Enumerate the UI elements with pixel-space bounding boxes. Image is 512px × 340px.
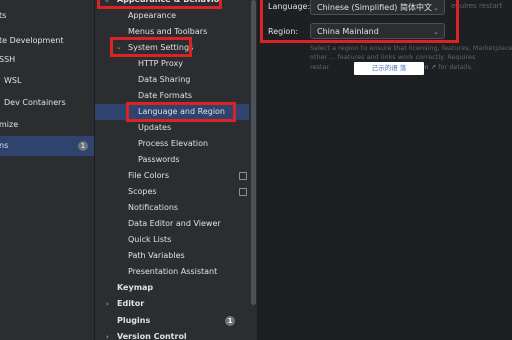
tree-label: Language and Region xyxy=(138,107,226,116)
left-item-label: te Development xyxy=(0,36,64,45)
tree-file-colors[interactable]: File Colors xyxy=(128,168,169,184)
plugins-count-badge: 1 xyxy=(225,316,235,326)
tree-label: File Colors xyxy=(128,171,169,180)
tree-label: Appearance xyxy=(128,11,177,20)
tree-data-editor[interactable]: Data Editor and Viewer xyxy=(128,216,221,232)
tree-label: Menus and Toolbars xyxy=(128,27,208,36)
chevron-down-icon: ⌄ xyxy=(433,4,439,12)
language-label: Language: xyxy=(268,2,311,11)
tree-notifications[interactable]: Notifications xyxy=(128,200,178,216)
left-item-customize[interactable]: mize xyxy=(0,115,94,135)
tree-system-settings[interactable]: ⌄ System Settings xyxy=(95,40,249,56)
tree-label: Notifications xyxy=(128,203,179,212)
tree-version-control[interactable]: › Version Control xyxy=(95,329,249,340)
language-value: Chinese (Simplified) 简体中文 xyxy=(317,3,432,12)
tree-label: Presentation Assistant xyxy=(128,267,218,276)
left-item-label: mize xyxy=(0,120,19,129)
tree-keymap[interactable]: Keymap xyxy=(117,280,153,296)
chevron-right-icon: › xyxy=(106,333,109,340)
tree-label: Editor xyxy=(117,299,145,308)
left-item-label: ns xyxy=(0,141,9,150)
tree-label: Keymap xyxy=(117,283,154,292)
left-item-remote-development[interactable]: te Development xyxy=(0,31,94,51)
tree-language-region[interactable]: Language and Region xyxy=(95,104,249,120)
region-hint-suffix: for details. xyxy=(438,63,473,71)
tree-quick-lists[interactable]: Quick Lists xyxy=(128,232,171,248)
left-item-tools[interactable]: ts xyxy=(0,6,94,26)
chevron-right-icon: › xyxy=(106,300,109,308)
tree-editor[interactable]: › Editor xyxy=(95,296,249,312)
tree-label: Scopes xyxy=(128,187,157,196)
left-item-ssh[interactable]: SSH xyxy=(0,50,94,70)
chevron-down-icon: ⌄ xyxy=(104,0,110,4)
tree-label: Process Elevation xyxy=(138,139,209,148)
settings-tree: ⌄ Appearance & Behavior Appearance Menus… xyxy=(95,0,249,340)
tree-menus-toolbars[interactable]: Menus and Toolbars xyxy=(128,24,207,40)
left-item-label: WSL xyxy=(4,76,22,85)
region-hint-line-2: other ... features and links work correc… xyxy=(310,53,476,61)
plugins-count-badge: 1 xyxy=(78,141,88,151)
tree-label: Data Editor and Viewer xyxy=(128,219,221,228)
tree-label: Quick Lists xyxy=(128,235,172,244)
language-restart-hint: equires restart xyxy=(451,2,503,10)
tree-label: Data Sharing xyxy=(138,75,191,84)
chevron-down-icon: ⌄ xyxy=(433,28,439,36)
region-label: Region: xyxy=(268,27,299,36)
left-item-wsl[interactable]: WSL xyxy=(0,71,94,91)
tree-label: Date Formats xyxy=(138,91,193,100)
tree-label: Path Variables xyxy=(128,251,185,260)
left-item-dev-containers[interactable]: Dev Containers xyxy=(0,93,94,113)
settings-categories-panel: ts te Development SSH WSL Dev Containers… xyxy=(0,0,95,340)
tree-label: Passwords xyxy=(138,155,180,164)
tree-http-proxy[interactable]: HTTP Proxy xyxy=(138,56,183,72)
tree-presentation-assistant[interactable]: Presentation Assistant xyxy=(128,264,217,280)
project-settings-icon xyxy=(239,188,247,196)
tree-passwords[interactable]: Passwords xyxy=(138,152,180,168)
tree-date-formats[interactable]: Date Formats xyxy=(138,88,192,104)
tree-updates[interactable]: Updates xyxy=(138,120,171,136)
left-item-plugins[interactable]: ns 1 xyxy=(0,136,94,156)
region-hint-line-1: Select a region to ensure that licensing… xyxy=(310,44,512,52)
tree-appearance[interactable]: Appearance xyxy=(128,8,176,24)
tree-label: Appearance & Behavior xyxy=(117,0,223,8)
tree-scrollbar-thumb[interactable] xyxy=(251,0,256,305)
region-dropdown[interactable]: China Mainland ⌄ xyxy=(310,23,445,39)
tree-label: Version Control xyxy=(117,332,187,340)
left-item-label: Dev Containers xyxy=(4,98,66,107)
tree-plugins[interactable]: Plugins 1 xyxy=(95,313,249,329)
translation-tooltip: 己示的语 落 xyxy=(354,62,424,75)
tree-appearance-behavior[interactable]: ⌄ Appearance & Behavior xyxy=(95,0,249,8)
tree-label: HTTP Proxy xyxy=(138,59,183,68)
tree-label: Plugins xyxy=(117,316,151,325)
tree-label: Updates xyxy=(138,123,172,132)
region-value: China Mainland xyxy=(317,27,379,36)
tree-data-sharing[interactable]: Data Sharing xyxy=(138,72,190,88)
project-settings-icon xyxy=(239,172,247,180)
left-item-label: ts xyxy=(0,11,7,20)
tree-process-elevation[interactable]: Process Elevation xyxy=(138,136,208,152)
chevron-down-icon: ⌄ xyxy=(116,43,122,51)
language-dropdown[interactable]: Chinese (Simplified) 简体中文 ⌄ xyxy=(310,0,445,15)
tree-label: System Settings xyxy=(128,43,194,52)
tree-path-variables[interactable]: Path Variables xyxy=(128,248,185,264)
tree-scopes[interactable]: Scopes xyxy=(128,184,157,200)
region-hint-prefix: restar xyxy=(310,63,330,71)
left-item-label: SSH xyxy=(0,55,16,64)
